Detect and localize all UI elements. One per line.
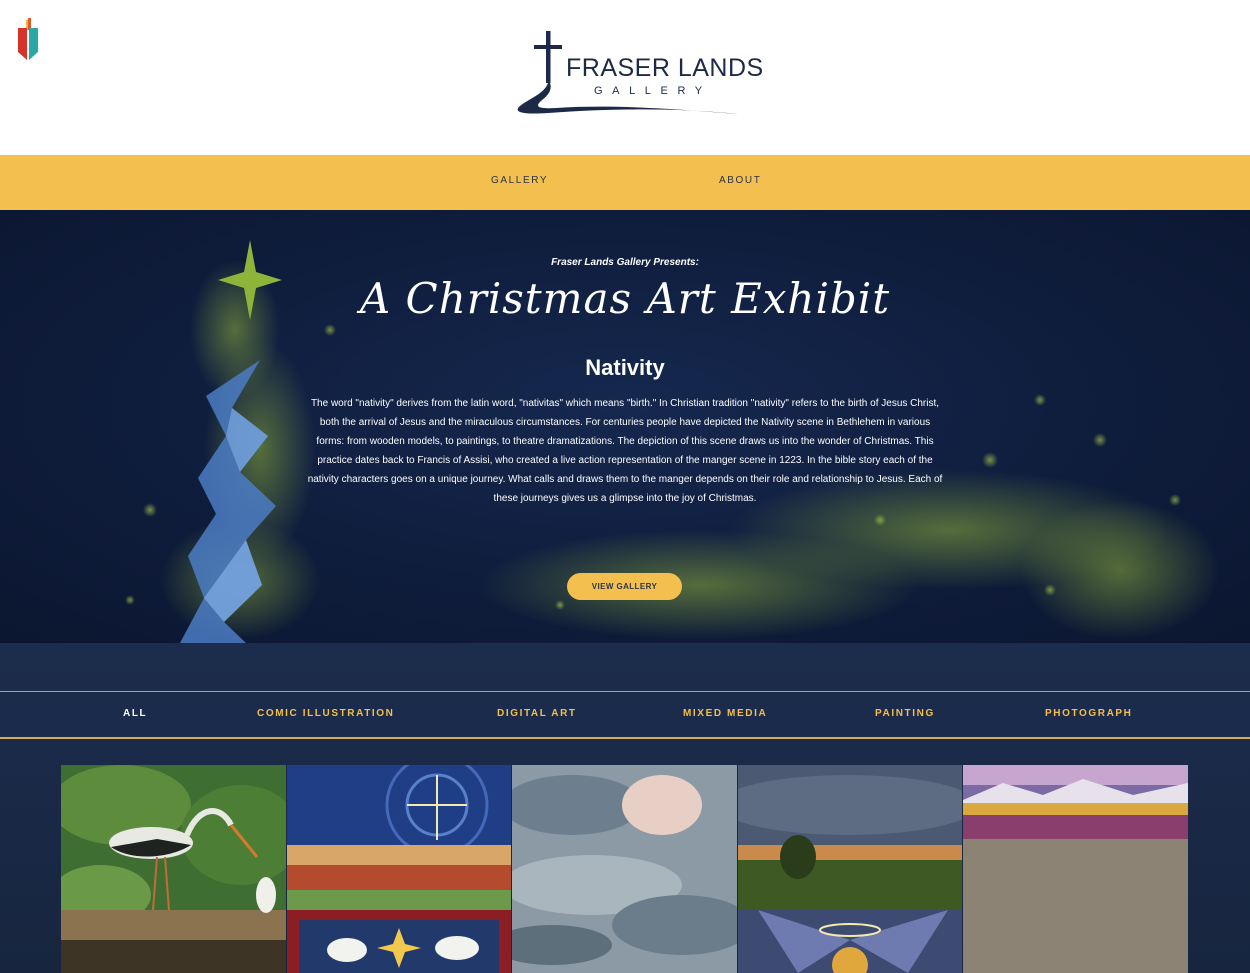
view-gallery-button[interactable]: VIEW GALLERY: [567, 573, 682, 600]
filter-comic-illustration[interactable]: COMIC ILLUSTRATION: [257, 708, 395, 719]
logo-subtitle: GALLERY: [594, 85, 712, 97]
section-heading: Nativity: [585, 355, 665, 380]
presents-text: Fraser Lands Gallery Presents:: [551, 257, 699, 268]
filter-digital-art[interactable]: DIGITAL ART: [497, 708, 577, 719]
filter-all[interactable]: ALL: [123, 708, 147, 719]
brand-mark-icon[interactable]: [16, 18, 40, 60]
hero-section: Fraser Lands Gallery Presents: A Christm…: [0, 210, 1250, 643]
artwork-stork-painting[interactable]: [61, 765, 286, 973]
artwork-angels-quilt[interactable]: [287, 910, 511, 973]
hero-description: The word "nativity" derives from the lat…: [307, 398, 943, 504]
artwork-mountain-landscape[interactable]: [963, 765, 1188, 839]
category-filter-bar: ALL COMIC ILLUSTRATION DIGITAL ART MIXED…: [0, 691, 1250, 739]
filter-mixed-media[interactable]: MIXED MEDIA: [683, 708, 767, 719]
artwork-bethlehem-star[interactable]: [287, 765, 511, 910]
main-nav: GALLERY ABOUT: [0, 155, 1250, 210]
filter-photograph[interactable]: PHOTOGRAPH: [1045, 708, 1133, 719]
filter-painting[interactable]: PAINTING: [875, 708, 935, 719]
artwork-placeholder-panel[interactable]: [963, 839, 1188, 973]
nav-gallery-link[interactable]: GALLERY: [491, 175, 548, 186]
artwork-light-halo[interactable]: [738, 910, 962, 973]
exhibit-title: A Christmas Art Exhibit: [359, 274, 891, 323]
nav-about-link[interactable]: ABOUT: [719, 175, 761, 186]
logo-title: FRASER LANDS: [566, 54, 764, 82]
site-header: FRASER LANDS GALLERY: [0, 0, 1250, 155]
artwork-prairie-storm-photo[interactable]: [738, 765, 962, 910]
artwork-cloudy-sky[interactable]: [512, 765, 737, 973]
